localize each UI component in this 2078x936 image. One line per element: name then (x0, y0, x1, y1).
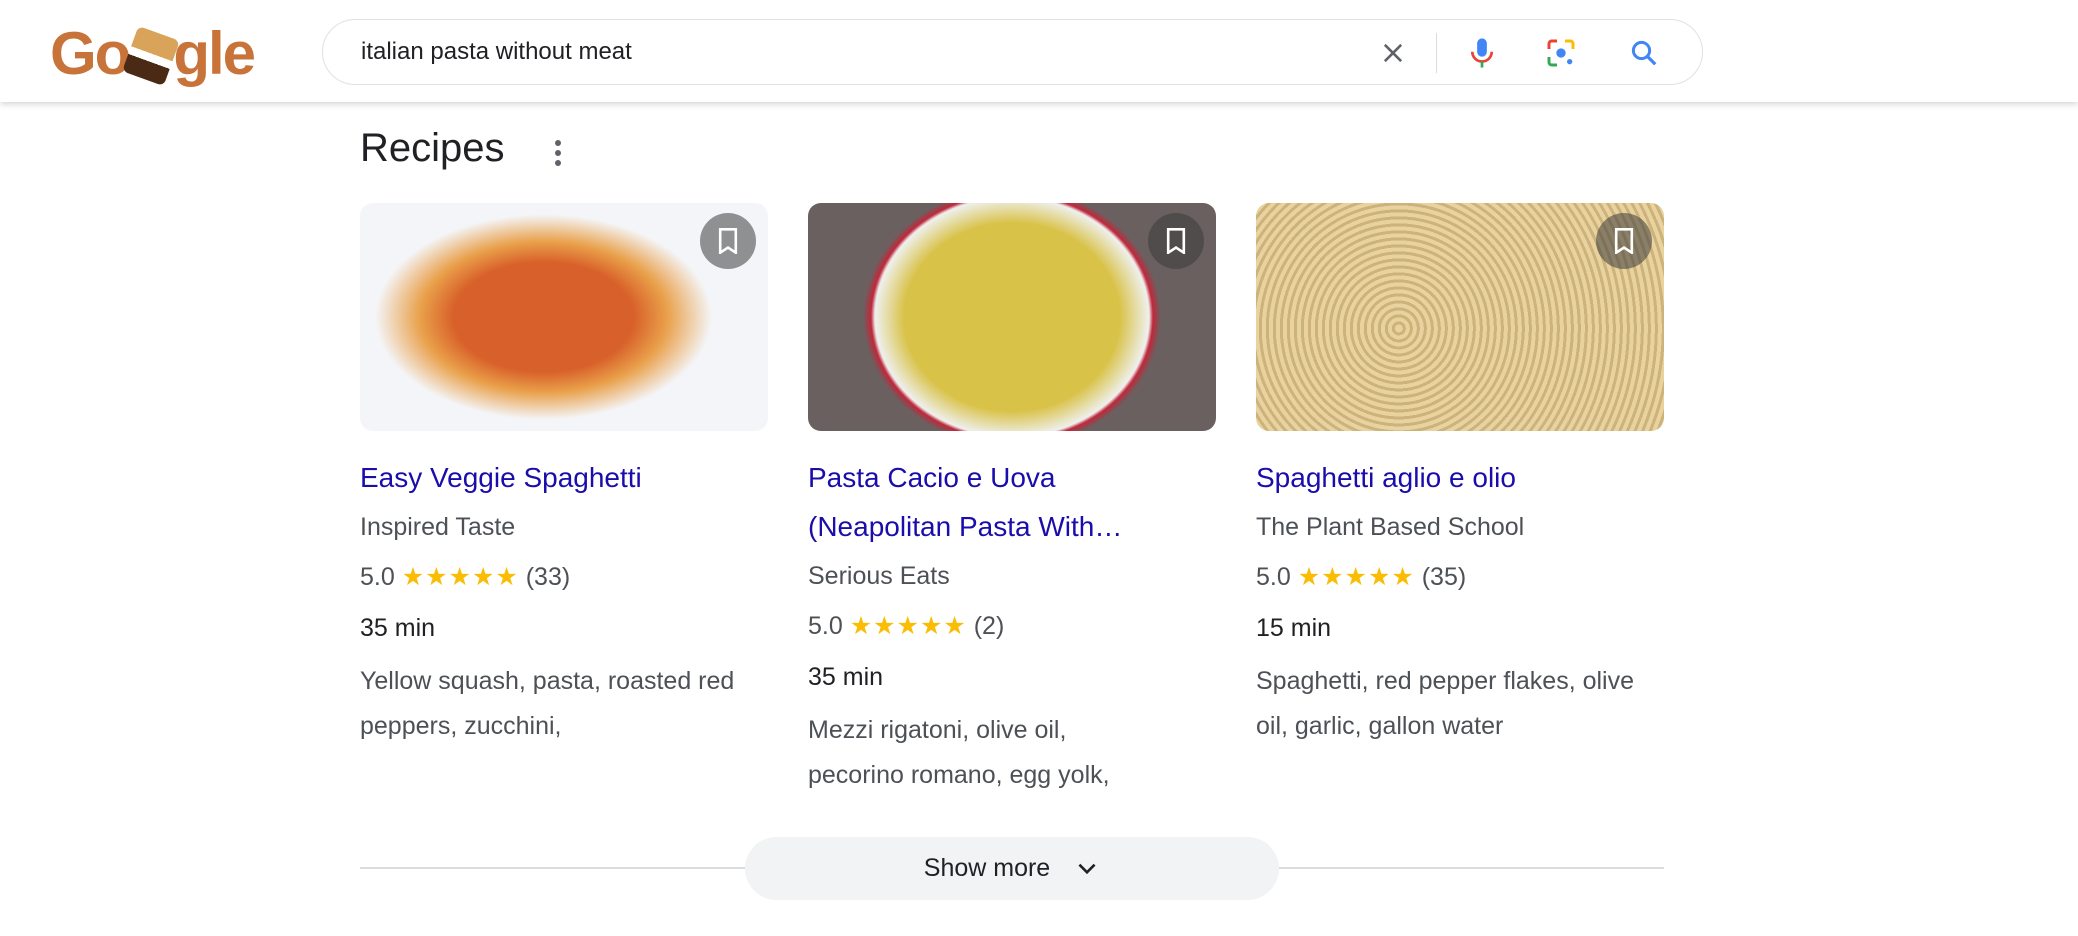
bookmark-icon[interactable] (1148, 213, 1204, 269)
recipe-time: 35 min (360, 614, 436, 642)
section-title: Recipes (360, 126, 505, 170)
review-count: (2) (973, 612, 1005, 640)
review-count: (35) (1421, 563, 1467, 591)
recipe-rating: 5.0 ★★★★★ (35) (1256, 552, 1664, 602)
recipe-rating: 5.0 ★★★★★ (33) (360, 552, 768, 602)
star-icons: ★★★★★ (401, 563, 519, 591)
rating-value: 5.0 (808, 612, 843, 640)
mic-icon[interactable] (1462, 33, 1502, 73)
google-logo[interactable]: Go gle (50, 22, 256, 87)
recipe-title[interactable]: Easy Veggie Spaghetti (360, 453, 768, 502)
bookmark-icon[interactable] (700, 213, 756, 269)
recipe-image[interactable] (808, 203, 1216, 431)
bookmark-icon[interactable] (1596, 213, 1652, 269)
search-icon[interactable] (1624, 33, 1664, 73)
search-box (322, 19, 1703, 85)
review-count: (33) (525, 563, 571, 591)
recipe-source: Inspired Taste (360, 513, 516, 541)
divider (1436, 33, 1437, 73)
recipe-rating: 5.0 ★★★★★ (2) (808, 601, 1216, 651)
rating-value: 5.0 (360, 563, 395, 591)
chevron-down-icon (1078, 863, 1096, 874)
recipe-image[interactable] (360, 203, 768, 431)
recipe-title[interactable]: Pasta Cacio e Uova (Neapolitan Pasta Wit… (808, 453, 1168, 551)
show-more-button[interactable]: Show more (745, 837, 1279, 900)
recipe-ingredients: Yellow squash, pasta, roasted red pepper… (360, 667, 735, 740)
recipe-time: 15 min (1256, 614, 1332, 642)
recipe-image[interactable] (1256, 203, 1664, 431)
show-more-label: Show more (923, 854, 1051, 882)
close-icon[interactable] (1373, 33, 1413, 73)
recipe-ingredients: Mezzi rigatoni, olive oil, pecorino roma… (808, 716, 1110, 789)
recipe-source: The Plant Based School (1256, 513, 1525, 541)
recipe-title[interactable]: Spaghetti aglio e olio (1256, 453, 1664, 502)
recipe-card[interactable]: Easy Veggie Spaghetti Inspired Taste 5.0… (360, 203, 768, 749)
recipe-ingredients: Spaghetti, red pepper flakes, olive oil,… (1256, 667, 1635, 740)
star-icons: ★★★★★ (1297, 563, 1415, 591)
header: Go gle (0, 0, 2078, 102)
star-icons: ★★★★★ (849, 612, 967, 640)
recipe-source: Serious Eats (808, 562, 950, 590)
recipe-time: 35 min (808, 663, 884, 691)
recipe-card[interactable]: Pasta Cacio e Uova (Neapolitan Pasta Wit… (808, 203, 1216, 798)
more-options-icon[interactable] (546, 133, 570, 173)
rating-value: 5.0 (1256, 563, 1291, 591)
recipe-card[interactable]: Spaghetti aglio e olio The Plant Based S… (1256, 203, 1664, 749)
lens-icon[interactable] (1541, 33, 1581, 73)
search-input[interactable] (361, 20, 1311, 84)
